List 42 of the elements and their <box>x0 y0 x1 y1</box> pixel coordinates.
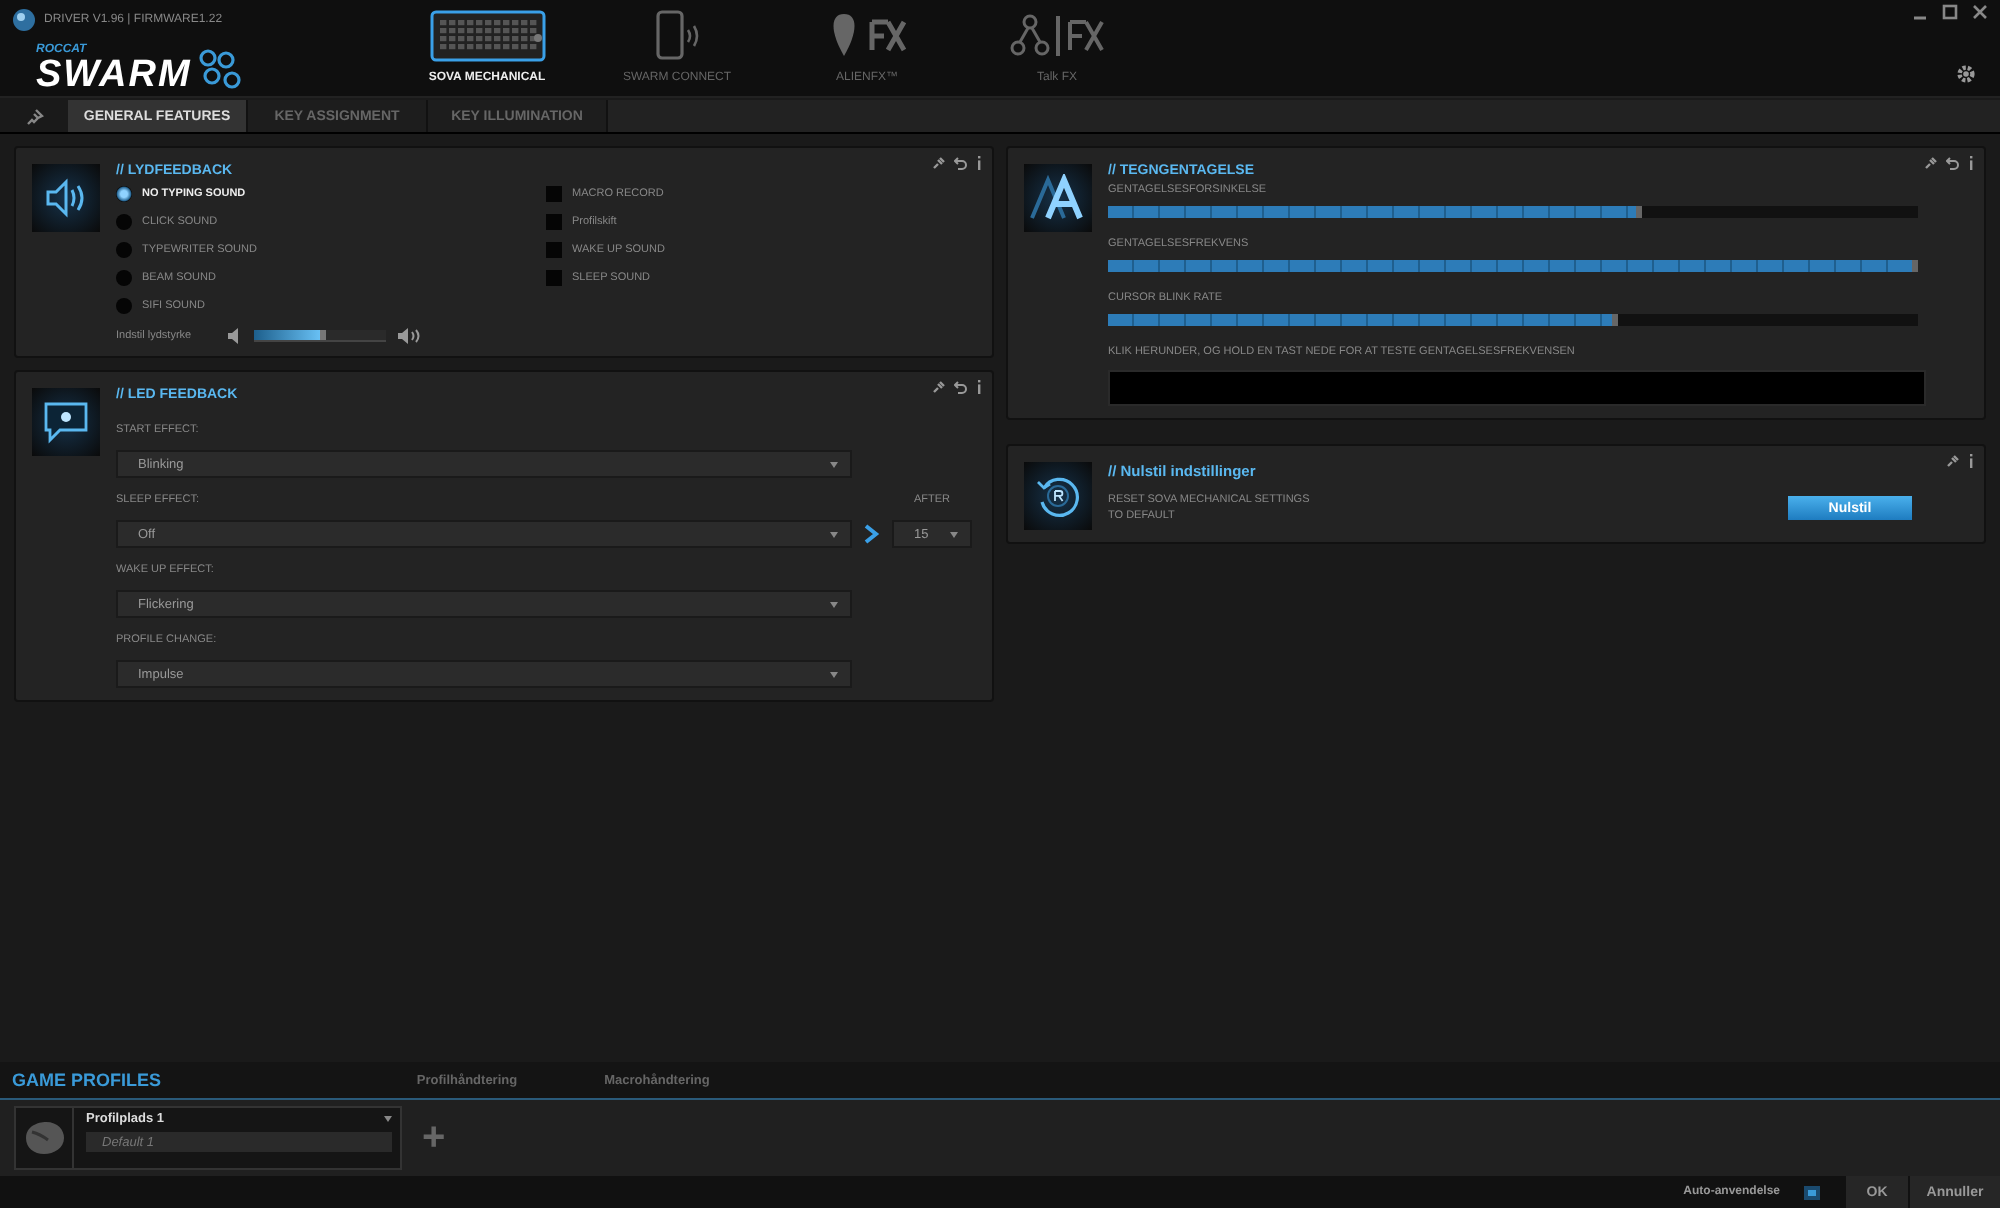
caret-icon <box>384 1116 392 1122</box>
speaker-icon <box>44 178 88 218</box>
speech-bubble-icon <box>42 400 90 444</box>
letter-a-icon <box>1028 174 1088 222</box>
close-icon[interactable] <box>1972 4 1988 20</box>
pin-button[interactable] <box>0 100 68 132</box>
keyboard-icon <box>429 10 545 62</box>
speaker-low-icon <box>228 328 242 344</box>
info-icon[interactable] <box>976 156 982 170</box>
phone-icon <box>653 10 701 62</box>
section-title: GAME PROFILES <box>10 1070 164 1090</box>
speaker-high-icon <box>398 328 422 344</box>
undo-icon[interactable] <box>954 380 968 394</box>
caret-icon <box>830 462 838 468</box>
repeat-slider[interactable] <box>1108 206 1918 218</box>
volume-slider[interactable] <box>254 330 386 342</box>
settings-icon[interactable] <box>1956 64 1976 84</box>
roccat-ball-icon <box>12 8 36 32</box>
info-icon[interactable] <box>1968 156 1974 170</box>
auto-apply-toggle[interactable] <box>1804 1185 1820 1199</box>
undo-icon[interactable] <box>954 156 968 170</box>
network-nodes-icon <box>1009 12 1105 60</box>
info-icon[interactable] <box>976 380 982 394</box>
repeat-slider[interactable] <box>1108 314 1918 326</box>
pin-icon <box>25 107 43 125</box>
pin-icon[interactable] <box>932 156 946 170</box>
info-icon[interactable] <box>1968 454 1974 468</box>
pin-icon[interactable] <box>932 380 946 394</box>
pin-icon[interactable] <box>1924 156 1938 170</box>
brand-logo: SWARM <box>36 56 192 94</box>
repeat-slider[interactable] <box>1108 260 1918 272</box>
test-input-field[interactable] <box>1108 370 1926 406</box>
caret-icon <box>950 532 958 538</box>
caret-icon <box>830 532 838 538</box>
caret-icon <box>830 672 838 678</box>
maximize-icon[interactable] <box>1942 4 1958 20</box>
pin-icon[interactable] <box>1946 454 1960 468</box>
undo-icon[interactable] <box>1946 156 1960 170</box>
chevron-right-icon <box>864 520 880 548</box>
reset-circle-icon <box>1034 472 1082 520</box>
caret-icon <box>830 602 838 608</box>
add-profile-button[interactable]: + <box>422 1115 446 1161</box>
